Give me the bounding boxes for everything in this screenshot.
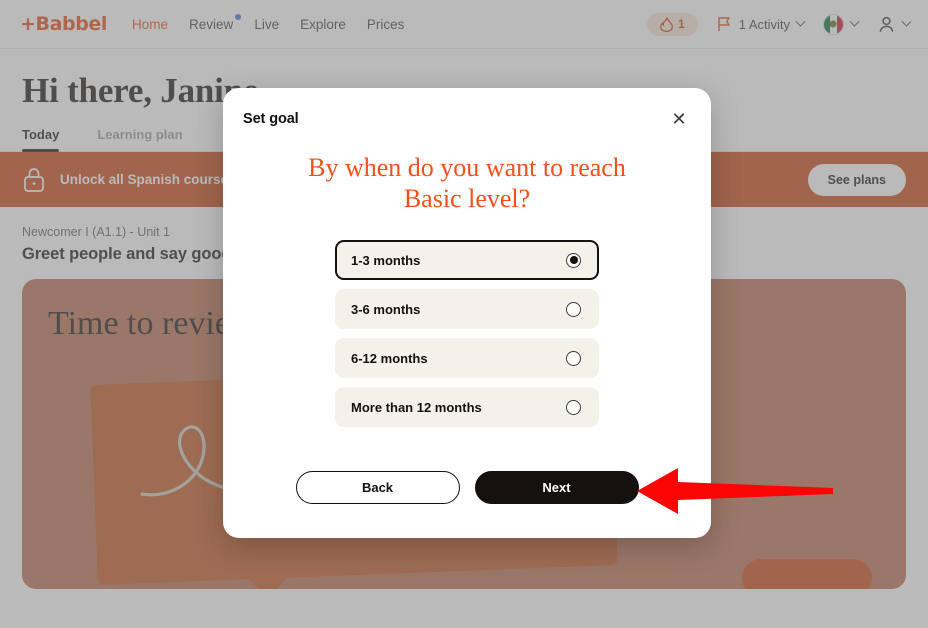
radio-button[interactable] bbox=[566, 350, 581, 366]
goal-option-3-6-months[interactable]: 3-6 months bbox=[335, 289, 599, 330]
modal-header: Set goal ✕ bbox=[223, 88, 711, 131]
radio-button[interactable] bbox=[566, 252, 581, 268]
radio-button[interactable] bbox=[566, 399, 581, 415]
goal-option-label: More than 12 months bbox=[351, 399, 482, 415]
goal-option-label: 3-6 months bbox=[351, 301, 421, 317]
goal-option-more-than-12-months[interactable]: More than 12 months bbox=[335, 387, 599, 428]
next-button[interactable]: Next bbox=[474, 471, 639, 505]
modal-kicker: Set goal bbox=[243, 111, 299, 127]
radio-button[interactable] bbox=[566, 301, 581, 317]
modal-actions: Back Next bbox=[223, 427, 711, 505]
goal-option-1-3-months[interactable]: 1-3 months bbox=[335, 240, 599, 281]
close-icon[interactable]: ✕ bbox=[667, 107, 691, 131]
back-button[interactable]: Back bbox=[295, 471, 460, 505]
goal-options-list: 1-3 months 3-6 months 6-12 months More t… bbox=[223, 214, 711, 428]
goal-option-6-12-months[interactable]: 6-12 months bbox=[335, 338, 599, 379]
goal-option-label: 6-12 months bbox=[351, 350, 428, 366]
set-goal-modal: Set goal ✕ By when do you want to reach … bbox=[223, 88, 711, 538]
goal-option-label: 1-3 months bbox=[351, 252, 421, 268]
modal-title: By when do you want to reach Basic level… bbox=[308, 153, 626, 213]
